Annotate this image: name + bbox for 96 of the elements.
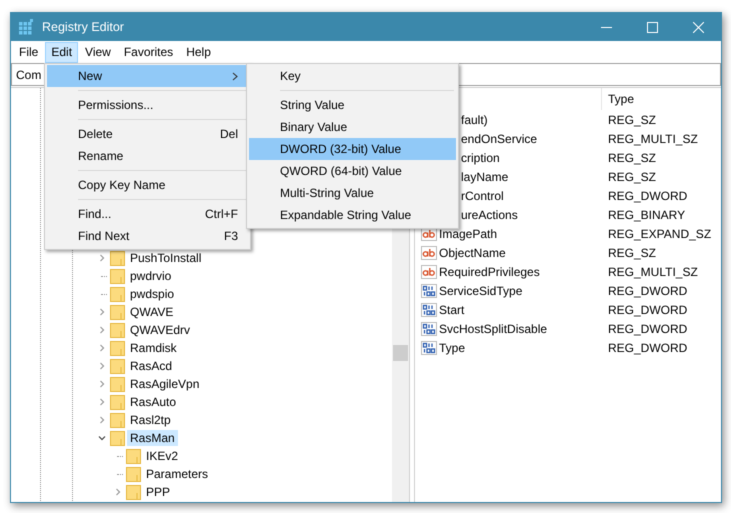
chevron-right-icon[interactable] <box>98 416 106 424</box>
folder-icon <box>110 268 125 284</box>
menu-item[interactable]: Binary Value <box>249 116 456 138</box>
tree-item[interactable]: Parameters <box>143 466 212 482</box>
tree-item[interactable]: QWAVE <box>127 304 176 320</box>
tree-item[interactable]: RasAcd <box>127 358 176 374</box>
value-name[interactable]: endOnService <box>461 132 538 146</box>
minimize-icon <box>600 26 612 28</box>
menu-item[interactable]: QWORD (64-bit) Value <box>249 160 456 182</box>
tree-item[interactable]: RasMan <box>127 430 178 446</box>
folder-icon <box>110 358 125 374</box>
value-type: REG_BINARY <box>608 208 686 222</box>
value-type: REG_SZ <box>608 112 656 126</box>
chevron-down-icon[interactable] <box>98 434 106 442</box>
menu-item[interactable]: String Value <box>249 94 456 116</box>
menu-bar-item[interactable]: Help <box>180 42 217 62</box>
value-type: REG_DWORD <box>608 302 688 316</box>
folder-icon <box>110 304 125 320</box>
chevron-right-icon[interactable] <box>98 254 106 262</box>
tree-item[interactable]: QWAVEdrv <box>127 322 194 338</box>
menu-item[interactable]: Expandable String Value <box>249 204 456 226</box>
folder-icon <box>110 250 125 266</box>
value-name[interactable]: ServiceSidType <box>439 284 522 298</box>
menu-item[interactable]: Find Next F3 <box>47 225 248 247</box>
menu-item[interactable]: Multi-String Value <box>249 182 456 204</box>
value-name[interactable]: Start <box>439 302 464 316</box>
value-type: REG_SZ <box>608 246 656 260</box>
chevron-right-icon[interactable] <box>98 398 106 406</box>
value-type: REG_EXPAND_SZ <box>608 226 712 240</box>
close-icon <box>692 22 704 32</box>
value-name[interactable]: ObjectName <box>439 246 506 260</box>
menu-item[interactable]: Copy Key Name <box>47 174 248 196</box>
menu-item[interactable]: Delete Del <box>47 123 248 145</box>
folder-icon <box>110 340 125 356</box>
value-name[interactable]: ureActions <box>461 208 518 222</box>
binary-value-icon <box>421 284 437 298</box>
tree-item[interactable]: PushToInstall <box>127 250 204 266</box>
binary-value-icon <box>421 302 437 316</box>
value-type: REG_MULTI_SZ <box>608 132 698 146</box>
value-name[interactable]: fault) <box>461 112 488 126</box>
menu-item[interactable]: Permissions... <box>47 94 248 116</box>
registry-icon <box>18 19 34 35</box>
value-type: REG_SZ <box>608 150 656 164</box>
menu-item[interactable]: Find... Ctrl+F <box>47 203 248 225</box>
menu-bar-item[interactable]: File <box>13 42 44 62</box>
tree-item[interactable]: IKEv2 <box>143 448 182 464</box>
value-type: REG_DWORD <box>608 284 688 298</box>
folder-icon <box>126 448 141 464</box>
value-name[interactable]: Type <box>439 340 466 354</box>
window-title: Registry Editor <box>42 20 125 34</box>
tree-item[interactable]: RasAuto <box>127 394 180 410</box>
folder-icon <box>126 484 141 500</box>
value-type: REG_DWORD <box>608 322 688 336</box>
value-name[interactable]: rControl <box>461 188 504 202</box>
tree-item[interactable]: pwdrvio <box>127 268 174 284</box>
chevron-right-icon[interactable] <box>98 308 106 316</box>
tree-item[interactable]: Rasl2tp <box>127 412 174 428</box>
menu-item[interactable]: Rename <box>47 145 248 167</box>
chevron-right-icon[interactable] <box>98 362 106 370</box>
value-type: REG_DWORD <box>608 340 688 354</box>
value-name[interactable]: ImagePath <box>439 226 498 240</box>
menu-item[interactable]: DWORD (32-bit) Value <box>249 138 456 160</box>
value-name[interactable]: RequiredPrivileges <box>439 264 540 278</box>
string-value-icon <box>421 264 437 278</box>
maximize-icon <box>646 22 658 32</box>
folder-icon <box>110 412 125 428</box>
tree-item[interactable]: Ramdisk <box>127 340 180 356</box>
binary-value-icon <box>421 322 437 336</box>
folder-icon <box>110 286 125 302</box>
value-name[interactable]: SvcHostSplitDisable <box>439 322 548 336</box>
tree-item[interactable]: pwdspio <box>127 286 178 302</box>
menu-item[interactable]: New <box>47 65 248 87</box>
menu-bar-item[interactable]: Favorites <box>118 42 180 62</box>
scrollbar-thumb[interactable] <box>393 345 408 361</box>
folder-icon <box>110 394 125 410</box>
folder-icon <box>110 376 125 392</box>
folder-icon <box>110 322 125 338</box>
column-header[interactable]: Type <box>601 88 634 110</box>
menu-item[interactable]: Key <box>249 65 456 87</box>
value-name[interactable]: cription <box>461 150 500 164</box>
chevron-right-icon[interactable] <box>98 380 106 388</box>
value-type: REG_SZ <box>608 170 656 184</box>
chevron-right-icon[interactable] <box>98 344 106 352</box>
folder-icon <box>110 430 125 446</box>
menu-bar-item[interactable]: View <box>79 42 117 62</box>
menu-bar-item[interactable]: Edit <box>45 42 78 62</box>
value-type: REG_MULTI_SZ <box>608 264 698 278</box>
chevron-right-icon[interactable] <box>98 326 106 334</box>
value-name[interactable]: layName <box>461 170 508 184</box>
value-type: REG_DWORD <box>608 188 688 202</box>
folder-icon <box>126 466 141 482</box>
tree-item[interactable]: RasAgileVpn <box>127 376 202 392</box>
tree-item[interactable]: PPP <box>143 484 174 500</box>
binary-value-icon <box>421 340 437 354</box>
chevron-right-icon[interactable] <box>114 488 122 496</box>
string-value-icon <box>421 246 437 260</box>
